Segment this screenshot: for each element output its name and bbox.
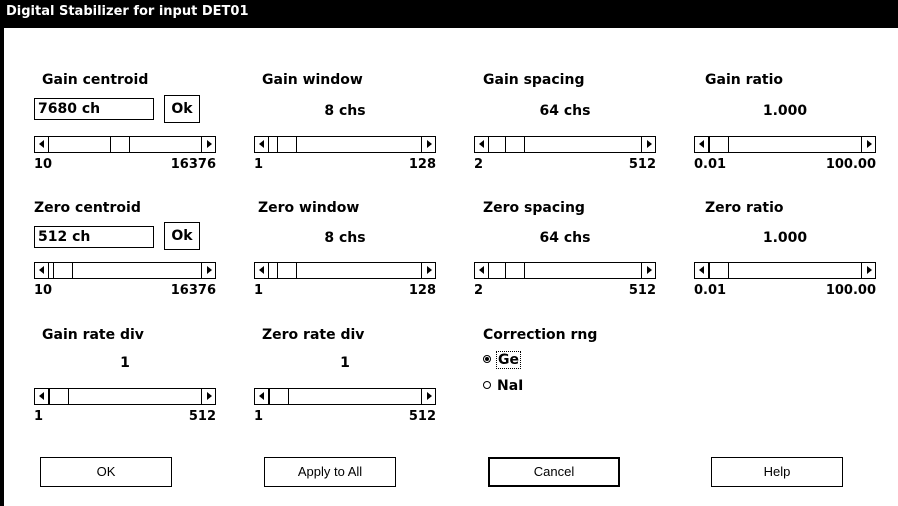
correction-option-ge-label: Ge	[496, 351, 521, 369]
window-title: Digital Stabilizer for input DET01	[6, 4, 249, 19]
zero-centroid-ok-button[interactable]: Ok	[164, 222, 200, 250]
gain-rate-div-max: 512	[188, 409, 216, 424]
scroll-right-arrow-icon[interactable]	[641, 263, 655, 278]
gain-spacing-scrollbar[interactable]	[474, 136, 656, 153]
gain-ratio-max: 100.00	[825, 157, 876, 172]
zero-spacing-min: 2	[474, 283, 484, 298]
correction-option-nai-label: NaI	[497, 378, 524, 394]
zero-rate-div-scrollbar[interactable]	[254, 388, 436, 405]
zero-rate-div-max: 512	[408, 409, 436, 424]
scroll-left-arrow-icon[interactable]	[255, 137, 269, 152]
zero-ratio-scrollbar[interactable]	[694, 262, 876, 279]
scroll-thumb[interactable]	[277, 137, 297, 152]
zero-ratio-label: Zero ratio	[705, 200, 784, 216]
stabilizer-dialog: Digital Stabilizer for input DET01 Gain …	[0, 0, 898, 506]
cancel-button[interactable]: Cancel	[488, 457, 620, 487]
gain-window-min: 1	[254, 157, 264, 172]
scroll-right-arrow-icon[interactable]	[861, 137, 875, 152]
gain-rate-div-label: Gain rate div	[42, 327, 144, 343]
zero-window-value: 8 chs	[324, 230, 366, 246]
gain-ratio-min: 0.01	[694, 157, 727, 172]
gain-centroid-ok-button[interactable]: Ok	[164, 95, 200, 123]
scroll-left-arrow-icon[interactable]	[255, 263, 269, 278]
gain-spacing-label: Gain spacing	[483, 72, 585, 88]
scroll-left-arrow-icon[interactable]	[35, 263, 49, 278]
ok-button[interactable]: OK	[40, 457, 172, 487]
zero-ratio-max: 100.00	[825, 283, 876, 298]
correction-radio-nai[interactable]: NaI	[483, 378, 523, 394]
gain-window-max: 128	[408, 157, 436, 172]
scroll-thumb[interactable]	[709, 263, 729, 278]
gain-rate-div-scrollbar[interactable]	[34, 388, 216, 405]
zero-rate-div-value: 1	[340, 355, 350, 371]
zero-spacing-scrollbar[interactable]	[474, 262, 656, 279]
zero-spacing-label: Zero spacing	[483, 200, 585, 216]
gain-ratio-label: Gain ratio	[705, 72, 784, 88]
gain-spacing-value: 64 chs	[539, 103, 591, 119]
zero-ratio-value: 1.000	[762, 230, 808, 246]
gain-ratio-scrollbar[interactable]	[694, 136, 876, 153]
gain-rate-div-value: 1	[120, 355, 130, 371]
scroll-right-arrow-icon[interactable]	[201, 389, 215, 404]
gain-spacing-max: 512	[628, 157, 656, 172]
scroll-right-arrow-icon[interactable]	[861, 263, 875, 278]
scroll-left-arrow-icon[interactable]	[695, 137, 709, 152]
radio-unselected-icon[interactable]	[483, 381, 491, 389]
gain-window-scrollbar[interactable]	[254, 136, 436, 153]
zero-spacing-max: 512	[628, 283, 656, 298]
gain-centroid-max: 16376	[170, 157, 216, 172]
scroll-thumb[interactable]	[709, 137, 729, 152]
scroll-thumb[interactable]	[505, 137, 525, 152]
gain-centroid-label: Gain centroid	[42, 72, 149, 88]
gain-centroid-min: 10	[34, 157, 53, 172]
scroll-thumb[interactable]	[277, 263, 297, 278]
zero-ratio-min: 0.01	[694, 283, 727, 298]
zero-centroid-min: 10	[34, 283, 53, 298]
scroll-left-arrow-icon[interactable]	[35, 389, 49, 404]
zero-centroid-label: Zero centroid	[34, 200, 141, 216]
scroll-thumb[interactable]	[110, 137, 130, 152]
zero-window-min: 1	[254, 283, 264, 298]
scroll-right-arrow-icon[interactable]	[421, 263, 435, 278]
gain-window-value: 8 chs	[324, 103, 366, 119]
gain-spacing-min: 2	[474, 157, 484, 172]
zero-window-scrollbar[interactable]	[254, 262, 436, 279]
scroll-left-arrow-icon[interactable]	[35, 137, 49, 152]
scroll-right-arrow-icon[interactable]	[201, 263, 215, 278]
window-left-border	[0, 28, 4, 506]
gain-centroid-field[interactable]: 7680 ch	[34, 98, 154, 120]
gain-centroid-scrollbar[interactable]	[34, 136, 216, 153]
scroll-right-arrow-icon[interactable]	[421, 389, 435, 404]
radio-selected-icon[interactable]	[483, 355, 491, 363]
scroll-thumb[interactable]	[49, 389, 69, 404]
scroll-left-arrow-icon[interactable]	[475, 137, 489, 152]
gain-window-label: Gain window	[262, 72, 363, 88]
zero-centroid-max: 16376	[170, 283, 216, 298]
scroll-thumb[interactable]	[269, 389, 289, 404]
zero-centroid-field[interactable]: 512 ch	[34, 226, 154, 248]
zero-rate-div-min: 1	[254, 409, 264, 424]
zero-window-max: 128	[408, 283, 436, 298]
correction-rng-label: Correction rng	[483, 327, 598, 343]
scroll-left-arrow-icon[interactable]	[475, 263, 489, 278]
help-button[interactable]: Help	[711, 457, 843, 487]
gain-rate-div-min: 1	[34, 409, 44, 424]
title-bar: Digital Stabilizer for input DET01	[0, 0, 898, 28]
scroll-thumb[interactable]	[53, 263, 73, 278]
scroll-left-arrow-icon[interactable]	[695, 263, 709, 278]
apply-to-all-button[interactable]: Apply to All	[264, 457, 396, 487]
scroll-right-arrow-icon[interactable]	[641, 137, 655, 152]
scroll-right-arrow-icon[interactable]	[201, 137, 215, 152]
scroll-right-arrow-icon[interactable]	[421, 137, 435, 152]
scroll-thumb[interactable]	[505, 263, 525, 278]
scroll-left-arrow-icon[interactable]	[255, 389, 269, 404]
zero-centroid-scrollbar[interactable]	[34, 262, 216, 279]
zero-window-label: Zero window	[258, 200, 360, 216]
correction-radio-ge[interactable]: Ge	[483, 351, 521, 369]
gain-ratio-value: 1.000	[762, 103, 808, 119]
zero-rate-div-label: Zero rate div	[262, 327, 365, 343]
zero-spacing-value: 64 chs	[539, 230, 591, 246]
